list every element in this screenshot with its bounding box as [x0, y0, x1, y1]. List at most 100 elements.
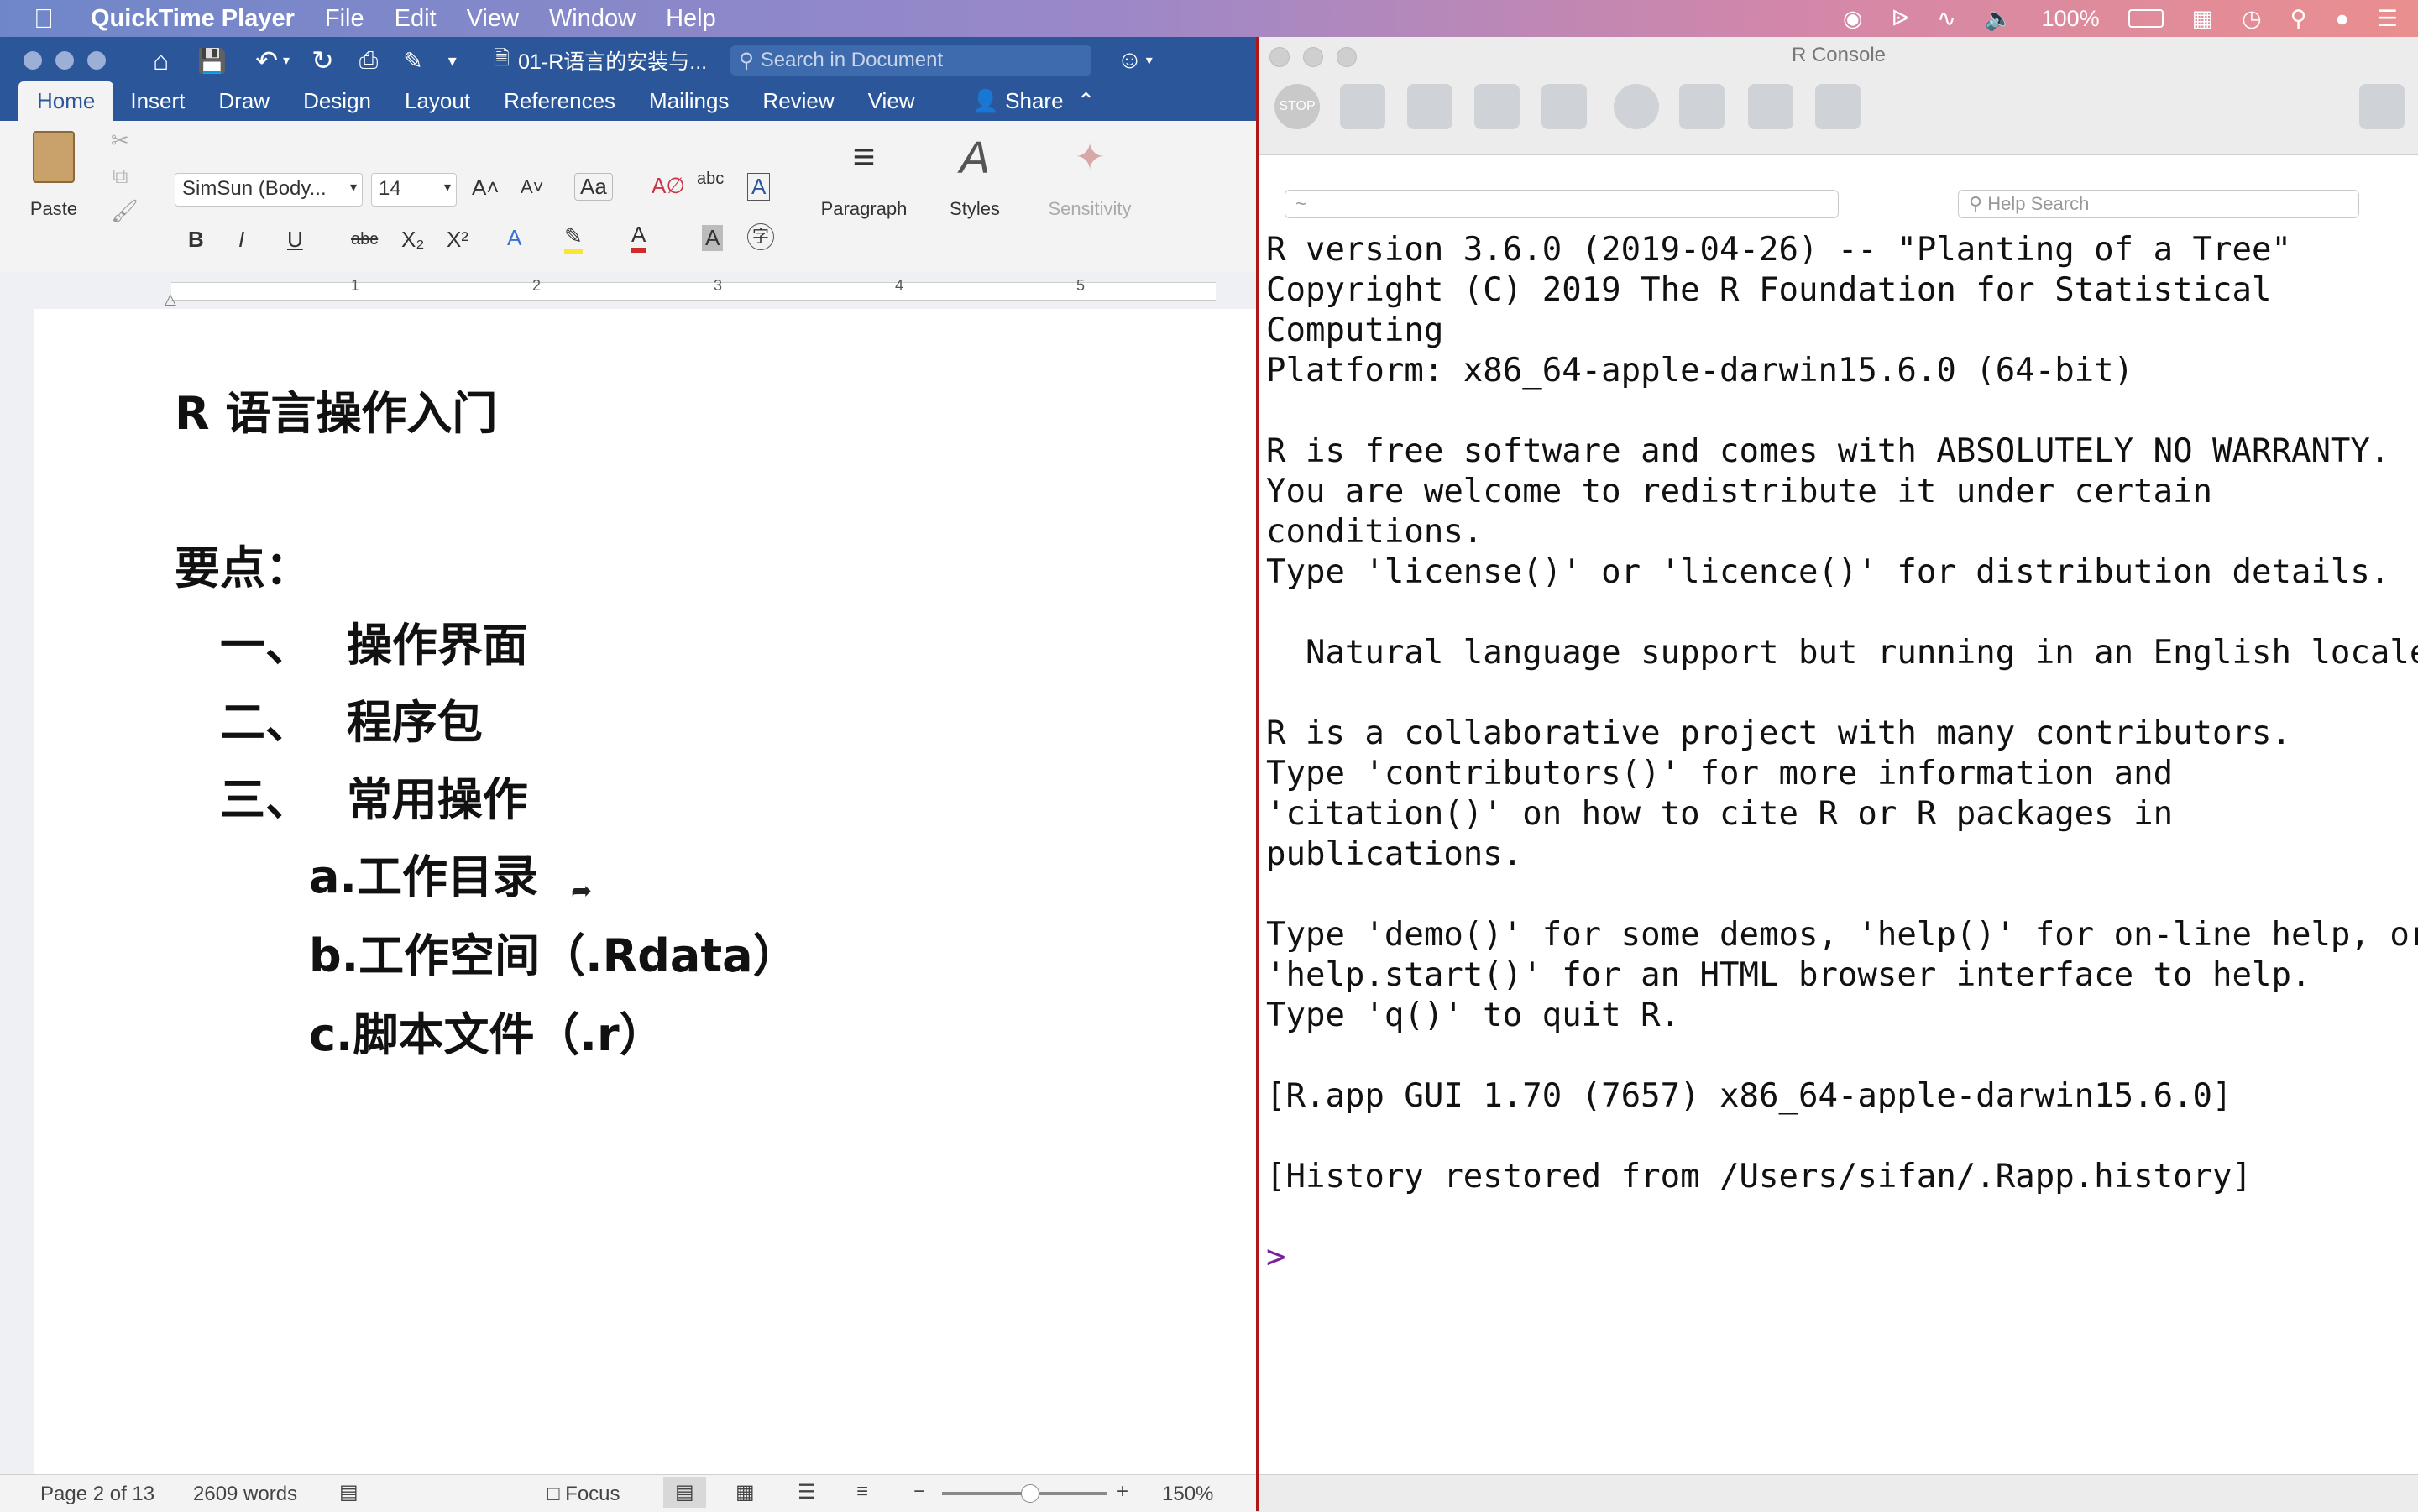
tab-home[interactable]: Home: [18, 81, 114, 121]
styles-button[interactable]: A Styles: [935, 131, 1014, 220]
tab-draw[interactable]: Draw: [202, 88, 286, 121]
underline-button[interactable]: U: [287, 227, 303, 253]
volume-icon[interactable]: 🔈: [1985, 5, 2013, 32]
tab-insert[interactable]: Insert: [113, 88, 202, 121]
font-color-icon[interactable]: A: [631, 222, 646, 253]
document-page[interactable]: R 语言操作入门 要点： 一、 操作界面 二、 程序包 三、 常用操作 a.工作…: [34, 309, 1256, 1506]
print-icon[interactable]: ⎙: [359, 47, 378, 75]
list-item: 一、 操作界面: [220, 608, 528, 674]
page-count[interactable]: Page 2 of 13: [40, 1483, 154, 1506]
zoom-window-icon[interactable]: [87, 51, 106, 70]
new-document-icon[interactable]: [1748, 84, 1793, 129]
source-script-icon[interactable]: [1679, 84, 1725, 129]
zoom-slider-thumb[interactable]: [1021, 1484, 1039, 1503]
console-output[interactable]: R version 3.6.0 (2019-04-26) -- "Plantin…: [1266, 230, 2418, 1278]
outline-view-icon[interactable]: ☰: [798, 1480, 816, 1504]
tab-references[interactable]: References: [487, 88, 632, 121]
zoom-slider[interactable]: [942, 1484, 1107, 1503]
color-circle-icon[interactable]: [1614, 84, 1659, 129]
control-center-icon[interactable]: ☰: [2378, 6, 2398, 32]
bold-button[interactable]: B: [188, 227, 204, 253]
focus-button[interactable]: □ Focus: [547, 1483, 620, 1506]
close-window-icon[interactable]: [24, 51, 42, 70]
horizontal-ruler[interactable]: 1 2 3 4 5 △: [0, 272, 1256, 310]
tab-view[interactable]: View: [851, 88, 932, 121]
redo-icon[interactable]: ↻: [311, 44, 334, 76]
undo-icon[interactable]: ↶: [255, 44, 278, 76]
tab-layout[interactable]: Layout: [388, 88, 487, 121]
spotlight-search-icon[interactable]: ⚲: [2290, 6, 2307, 32]
character-shading-icon[interactable]: A: [702, 225, 724, 251]
app-menu-quicktime[interactable]: QuickTime Player: [91, 5, 295, 33]
time-machine-icon[interactable]: ◷: [2242, 6, 2262, 32]
font-size-select[interactable]: 14 ▾: [371, 173, 457, 207]
save-icon[interactable]: 💾: [197, 47, 227, 75]
font-name-select[interactable]: SimSun (Body... ▾: [175, 173, 363, 207]
undo-dropdown-icon[interactable]: ▾: [283, 52, 290, 69]
web-layout-view-icon[interactable]: ▦: [735, 1480, 755, 1504]
word-count[interactable]: 2609 words: [193, 1483, 297, 1506]
screen-record-icon[interactable]: ◉: [1843, 6, 1863, 32]
superscript-button[interactable]: X²: [447, 227, 468, 253]
r-logo-icon[interactable]: [1340, 84, 1385, 129]
clear-formatting-icon[interactable]: A∅: [652, 173, 685, 199]
character-border-icon[interactable]: A: [747, 173, 771, 201]
format-painter-icon[interactable]: 🖌: [111, 198, 139, 224]
tab-mailings[interactable]: Mailings: [632, 88, 746, 121]
quartz-chart-icon[interactable]: [1407, 84, 1452, 129]
print-icon[interactable]: [1815, 84, 1861, 129]
battery-percent[interactable]: 100%: [2042, 6, 2100, 32]
zoom-level[interactable]: 150%: [1162, 1483, 1213, 1506]
edit-document-icon[interactable]: ✎: [403, 47, 422, 75]
proofing-icon[interactable]: ▤: [339, 1480, 359, 1504]
shrink-font-icon[interactable]: A˅: [521, 176, 544, 198]
siri-icon[interactable]: ●: [2335, 6, 2348, 32]
strikethrough-button[interactable]: abc: [351, 230, 378, 249]
subscript-button[interactable]: X₂: [401, 227, 424, 253]
print-layout-view-icon[interactable]: ▤: [663, 1477, 706, 1508]
console-prompt[interactable]: >: [1266, 1237, 2416, 1278]
collapse-ribbon-icon[interactable]: ⌃: [1077, 88, 1096, 121]
lock-icon[interactable]: [1474, 84, 1520, 129]
zoom-in-icon[interactable]: +: [1117, 1480, 1128, 1504]
menu-edit[interactable]: Edit: [395, 5, 437, 33]
customize-toolbar-icon[interactable]: ▾: [448, 50, 457, 71]
copy-icon[interactable]: ⧉: [113, 163, 128, 190]
stop-button[interactable]: STOP: [1274, 84, 1320, 129]
italic-button[interactable]: I: [238, 227, 244, 253]
home-icon[interactable]: ⌂: [153, 45, 169, 76]
text-effects-icon[interactable]: A: [507, 225, 521, 251]
share-button[interactable]: 👤 Share: [972, 88, 1064, 121]
indent-marker[interactable]: △: [165, 290, 176, 308]
ruler-number: 3: [714, 277, 723, 294]
battery-icon[interactable]: [2128, 9, 2164, 28]
help-search-field[interactable]: ⚲ Help Search: [1958, 190, 2359, 218]
cut-icon[interactable]: ✂: [111, 128, 129, 154]
sidebar-toggle-icon[interactable]: [2359, 84, 2405, 129]
minimize-window-icon[interactable]: [55, 51, 74, 70]
zoom-out-icon[interactable]: −: [913, 1480, 925, 1504]
feedback-dropdown-icon[interactable]: ▾: [1146, 52, 1153, 69]
menu-file[interactable]: File: [325, 5, 364, 33]
grow-font-icon[interactable]: A˄: [472, 175, 500, 201]
paragraph-button[interactable]: ≡ Paragraph: [816, 131, 912, 220]
highlight-color-icon[interactable]: ✎: [564, 223, 583, 254]
input-method-icon[interactable]: ▦: [2192, 6, 2214, 32]
text-effects-abc-icon[interactable]: abc: [697, 170, 724, 189]
tab-review[interactable]: Review: [746, 88, 850, 121]
tab-design[interactable]: Design: [286, 88, 388, 121]
menu-window[interactable]: Window: [549, 5, 636, 33]
wifi-icon[interactable]: ∿: [1937, 6, 1956, 32]
enclose-characters-icon[interactable]: 字: [747, 223, 774, 250]
change-case-icon[interactable]: Aa: [574, 173, 613, 201]
bluetooth-icon[interactable]: ᐉ: [1892, 6, 1909, 32]
paste-button[interactable]: Paste: [20, 131, 87, 220]
apple-menu-icon[interactable]: : [34, 3, 54, 34]
console-settings-icon[interactable]: [1541, 84, 1587, 129]
working-directory-field[interactable]: ~: [1285, 190, 1839, 218]
menu-view[interactable]: View: [467, 5, 519, 33]
draft-view-icon[interactable]: ≡: [856, 1480, 868, 1504]
menu-help[interactable]: Help: [666, 5, 716, 33]
search-in-document-field[interactable]: ⚲ Search in Document: [730, 45, 1092, 76]
smiley-feedback-icon[interactable]: ☺: [1117, 46, 1143, 75]
